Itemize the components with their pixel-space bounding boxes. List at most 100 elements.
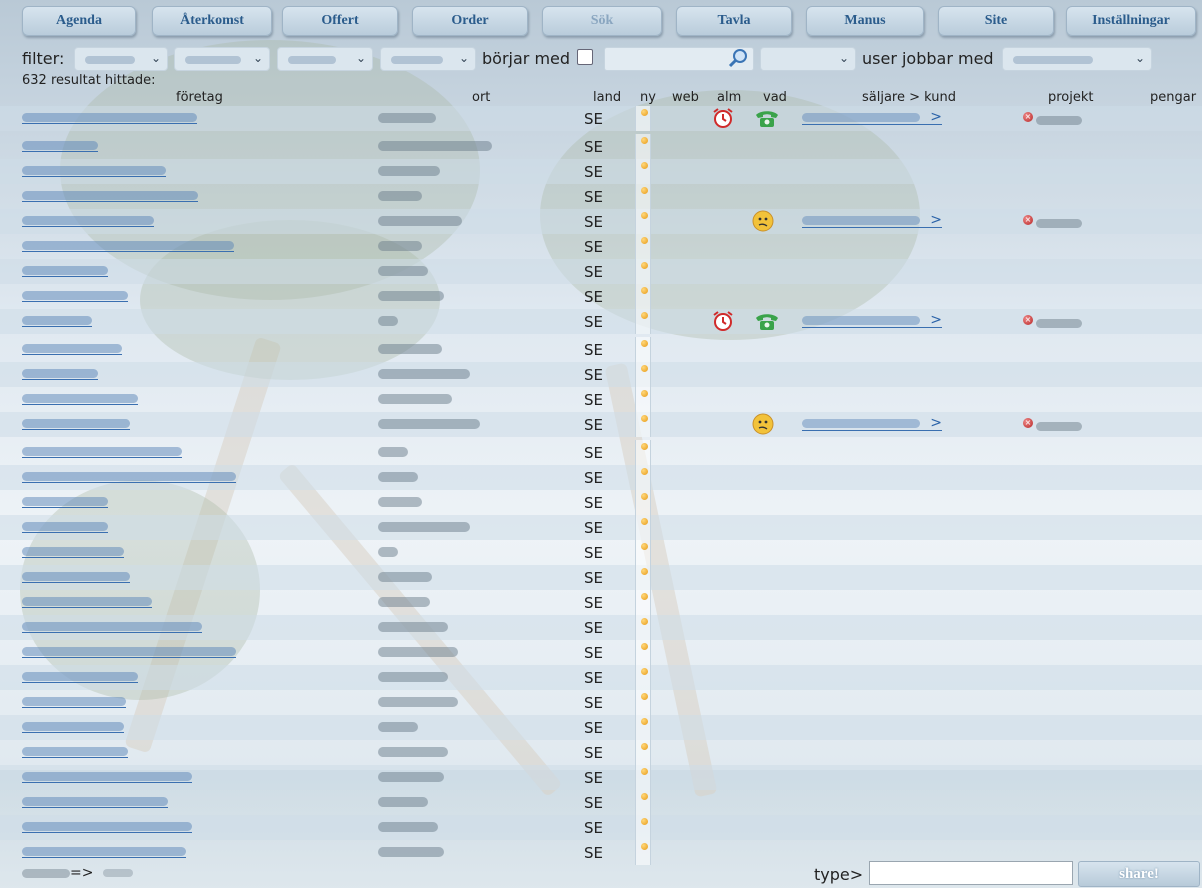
new-cell[interactable] xyxy=(635,540,651,565)
company-link[interactable] xyxy=(22,366,98,380)
company-link[interactable] xyxy=(22,444,182,458)
company-link[interactable] xyxy=(22,844,186,858)
search-icon[interactable] xyxy=(728,48,750,72)
company-link[interactable] xyxy=(22,494,108,508)
company-link[interactable] xyxy=(22,163,166,177)
new-cell[interactable] xyxy=(635,159,651,184)
city-redacted xyxy=(378,522,470,532)
remove-project-icon[interactable]: × xyxy=(1023,315,1033,325)
company-link[interactable] xyxy=(22,110,197,124)
company-link[interactable] xyxy=(22,519,108,533)
new-cell[interactable] xyxy=(635,337,651,362)
company-link[interactable] xyxy=(22,138,98,152)
company-link[interactable] xyxy=(22,469,236,483)
new-cell[interactable] xyxy=(635,209,651,234)
new-cell[interactable] xyxy=(635,440,651,465)
country-cell: SE xyxy=(584,494,603,512)
new-cell[interactable] xyxy=(635,590,651,615)
begins-with-checkbox[interactable] xyxy=(577,49,593,65)
company-link[interactable] xyxy=(22,341,122,355)
share-button[interactable]: share! xyxy=(1078,861,1200,887)
company-link[interactable] xyxy=(22,644,236,658)
alarm-clock-icon[interactable] xyxy=(711,309,735,333)
next-page-link[interactable]: => xyxy=(70,865,93,881)
new-cell[interactable] xyxy=(635,665,651,690)
new-cell[interactable] xyxy=(635,465,651,490)
company-link[interactable] xyxy=(22,288,128,302)
phone-icon[interactable] xyxy=(753,107,781,129)
nav-sok-button[interactable]: Sök xyxy=(542,6,662,36)
company-link[interactable] xyxy=(22,694,126,708)
company-link[interactable] xyxy=(22,188,198,202)
new-cell[interactable] xyxy=(635,387,651,412)
filter-select-2[interactable]: ⌄ xyxy=(174,47,270,71)
company-link[interactable] xyxy=(22,263,108,277)
thinking-face-icon[interactable] xyxy=(751,412,775,436)
company-link[interactable] xyxy=(22,669,138,683)
alarm-clock-icon[interactable] xyxy=(711,106,735,130)
company-link[interactable] xyxy=(22,213,154,227)
thinking-face-icon[interactable] xyxy=(751,209,775,233)
nav-aterkomst-button[interactable]: Återkomst xyxy=(152,6,272,36)
remove-project-icon[interactable]: × xyxy=(1023,112,1033,122)
new-cell[interactable] xyxy=(635,309,651,334)
new-cell[interactable] xyxy=(635,615,651,640)
table-row: SE > × xyxy=(0,412,1202,437)
new-cell[interactable] xyxy=(635,740,651,765)
new-cell[interactable] xyxy=(635,234,651,259)
filter-select-4[interactable]: ⌄ xyxy=(380,47,476,71)
nav-agenda-button[interactable]: Agenda xyxy=(22,6,136,36)
remove-project-icon[interactable]: × xyxy=(1023,215,1033,225)
type-input[interactable] xyxy=(869,861,1073,885)
company-link[interactable] xyxy=(22,313,92,327)
company-link[interactable] xyxy=(22,744,128,758)
company-link[interactable] xyxy=(22,819,192,833)
nav-tavla-button[interactable]: Tavla xyxy=(676,6,792,36)
new-cell[interactable] xyxy=(635,259,651,284)
new-cell[interactable] xyxy=(635,640,651,665)
company-link[interactable] xyxy=(22,794,168,808)
company-link[interactable] xyxy=(22,569,130,583)
company-link[interactable] xyxy=(22,544,124,558)
nav-offert-button[interactable]: Offert xyxy=(282,6,398,36)
nav-installningar-button[interactable]: Inställningar xyxy=(1066,6,1196,36)
seller-customer-link[interactable]: > xyxy=(802,109,942,125)
new-cell[interactable] xyxy=(635,690,651,715)
nav-order-button[interactable]: Order xyxy=(412,6,528,36)
new-cell[interactable] xyxy=(635,106,651,131)
user-select[interactable]: ⌄ xyxy=(1002,47,1152,71)
company-link[interactable] xyxy=(22,769,192,783)
company-link[interactable] xyxy=(22,391,138,405)
new-cell[interactable] xyxy=(635,490,651,515)
pagination[interactable]: => xyxy=(22,865,134,881)
nav-manus-button[interactable]: Manus xyxy=(806,6,924,36)
new-cell[interactable] xyxy=(635,565,651,590)
new-cell[interactable] xyxy=(635,790,651,815)
company-name-redacted xyxy=(22,113,197,122)
company-link[interactable] xyxy=(22,719,124,733)
seller-customer-link[interactable]: > xyxy=(802,312,942,328)
seller-customer-link[interactable]: > xyxy=(802,212,942,228)
company-link[interactable] xyxy=(22,238,234,252)
new-cell[interactable] xyxy=(635,765,651,790)
company-name-redacted xyxy=(22,597,152,606)
new-cell[interactable] xyxy=(635,515,651,540)
company-link[interactable] xyxy=(22,594,152,608)
company-link[interactable] xyxy=(22,416,130,430)
new-cell[interactable] xyxy=(635,284,651,309)
filter-select-1[interactable]: ⌄ xyxy=(74,47,168,71)
new-cell[interactable] xyxy=(635,815,651,840)
remove-project-icon[interactable]: × xyxy=(1023,418,1033,428)
nav-site-button[interactable]: Site xyxy=(938,6,1054,36)
new-dot-icon xyxy=(641,793,648,800)
company-link[interactable] xyxy=(22,619,202,633)
new-cell[interactable] xyxy=(635,134,651,159)
new-cell[interactable] xyxy=(635,184,651,209)
filter-select-3[interactable]: ⌄ xyxy=(277,47,373,71)
new-cell[interactable] xyxy=(635,412,651,437)
seller-customer-link[interactable]: > xyxy=(802,415,942,431)
new-cell[interactable] xyxy=(635,715,651,740)
new-cell[interactable] xyxy=(635,362,651,387)
filter-select-5[interactable]: ⌄ xyxy=(760,47,856,71)
phone-icon[interactable] xyxy=(753,310,781,332)
